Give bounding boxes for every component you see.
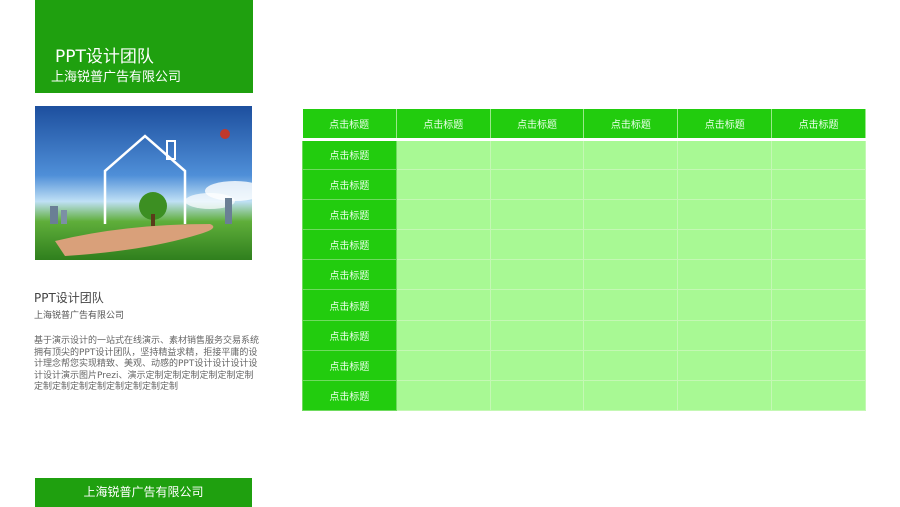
- table-cell[interactable]: [395, 379, 491, 412]
- table-header-row: 点击标题 点击标题 点击标题 点击标题 点击标题 点击标题: [302, 109, 866, 141]
- table-cell[interactable]: [395, 349, 491, 382]
- table-row: 点击标题: [302, 138, 866, 170]
- table-cell[interactable]: [677, 259, 773, 291]
- row-header[interactable]: 点击标题: [302, 349, 397, 382]
- column-header[interactable]: 点击标题: [396, 109, 491, 141]
- table-cell[interactable]: [489, 319, 585, 351]
- table-cell[interactable]: [395, 289, 491, 321]
- table-cell[interactable]: [771, 138, 866, 170]
- table-cell[interactable]: [677, 168, 773, 200]
- table-cell[interactable]: [771, 259, 866, 291]
- info-company: 上海锐普广告有限公司: [34, 311, 125, 321]
- table-cell[interactable]: [489, 289, 585, 321]
- table-cell[interactable]: [489, 259, 585, 291]
- row-header[interactable]: 点击标题: [302, 319, 397, 351]
- table-cell[interactable]: [677, 379, 773, 412]
- table-cell[interactable]: [771, 349, 866, 382]
- table-cell[interactable]: [583, 138, 679, 170]
- row-header[interactable]: 点击标题: [302, 259, 397, 291]
- table-cell[interactable]: [583, 379, 679, 412]
- table-cell[interactable]: [677, 349, 773, 382]
- table-cell[interactable]: [677, 229, 773, 261]
- table-row: 点击标题: [302, 259, 866, 291]
- row-header[interactable]: 点击标题: [302, 138, 397, 170]
- info-description: 基于演示设计的一站式在线演示、素材销售服务交易系统拥有顶尖的PPT设计团队，坚持…: [34, 336, 260, 392]
- column-header[interactable]: 点击标题: [583, 109, 679, 141]
- table-row: 点击标题: [302, 168, 866, 200]
- table-cell[interactable]: [677, 198, 773, 231]
- table-cell[interactable]: [489, 138, 585, 170]
- column-header[interactable]: 点击标题: [677, 109, 773, 141]
- table-row: 点击标题: [302, 229, 866, 261]
- column-header[interactable]: 点击标题: [490, 109, 585, 141]
- table-cell[interactable]: [395, 198, 491, 231]
- table-row: 点击标题: [302, 319, 866, 351]
- table-cell[interactable]: [677, 289, 773, 321]
- table-row: 点击标题: [302, 198, 866, 231]
- table-row: 点击标题: [302, 289, 866, 321]
- table-cell[interactable]: [771, 198, 866, 231]
- row-header[interactable]: 点击标题: [302, 198, 397, 231]
- data-table: 点击标题 点击标题 点击标题 点击标题 点击标题 点击标题 点击标题 点击标题 点击标题 点击标…: [302, 109, 866, 412]
- table-cell[interactable]: [677, 319, 773, 351]
- table-cell[interactable]: [771, 319, 866, 351]
- table-cell[interactable]: [489, 379, 585, 412]
- table-cell[interactable]: [771, 289, 866, 321]
- table-row: 点击标题: [302, 349, 866, 382]
- table-cell[interactable]: [583, 259, 679, 291]
- title-box: PPT设计团队 上海锐普广告有限公司: [35, 0, 253, 93]
- team-title: PPT设计团队: [55, 47, 154, 67]
- column-header[interactable]: 点击标题: [771, 109, 866, 141]
- row-header[interactable]: 点击标题: [302, 168, 397, 200]
- table-row: 点击标题: [302, 379, 866, 412]
- row-header[interactable]: 点击标题: [302, 229, 397, 261]
- table-cell[interactable]: [583, 319, 679, 351]
- row-header[interactable]: 点击标题: [302, 379, 397, 412]
- team-info: PPT设计团队 上海锐普广告有限公司 基于演示设计的一站式在线演示、素材销售服务…: [34, 289, 259, 394]
- table-cell[interactable]: [583, 229, 679, 261]
- table-cell[interactable]: [395, 138, 491, 170]
- table-cell[interactable]: [489, 198, 585, 231]
- table-cell[interactable]: [677, 138, 773, 170]
- column-header[interactable]: 点击标题: [302, 109, 397, 141]
- row-header[interactable]: 点击标题: [302, 289, 397, 321]
- house-hand-image: [35, 106, 252, 260]
- table-cell[interactable]: [771, 229, 866, 261]
- table-cell[interactable]: [395, 319, 491, 351]
- table-cell[interactable]: [395, 259, 491, 291]
- info-team-name: PPT设计团队: [34, 291, 104, 305]
- company-name: 上海锐普广告有限公司: [51, 70, 182, 85]
- table-cell[interactable]: [583, 349, 679, 382]
- table-cell[interactable]: [395, 229, 491, 261]
- table-cell[interactable]: [489, 229, 585, 261]
- footer-company-bar: 上海锐普广告有限公司: [35, 478, 252, 507]
- table-cell[interactable]: [395, 168, 491, 200]
- table-cell[interactable]: [489, 349, 585, 382]
- table-cell[interactable]: [489, 168, 585, 200]
- table-cell[interactable]: [583, 168, 679, 200]
- table-cell[interactable]: [771, 168, 866, 200]
- table-cell[interactable]: [583, 198, 679, 231]
- table-cell[interactable]: [583, 289, 679, 321]
- table-cell[interactable]: [771, 379, 866, 412]
